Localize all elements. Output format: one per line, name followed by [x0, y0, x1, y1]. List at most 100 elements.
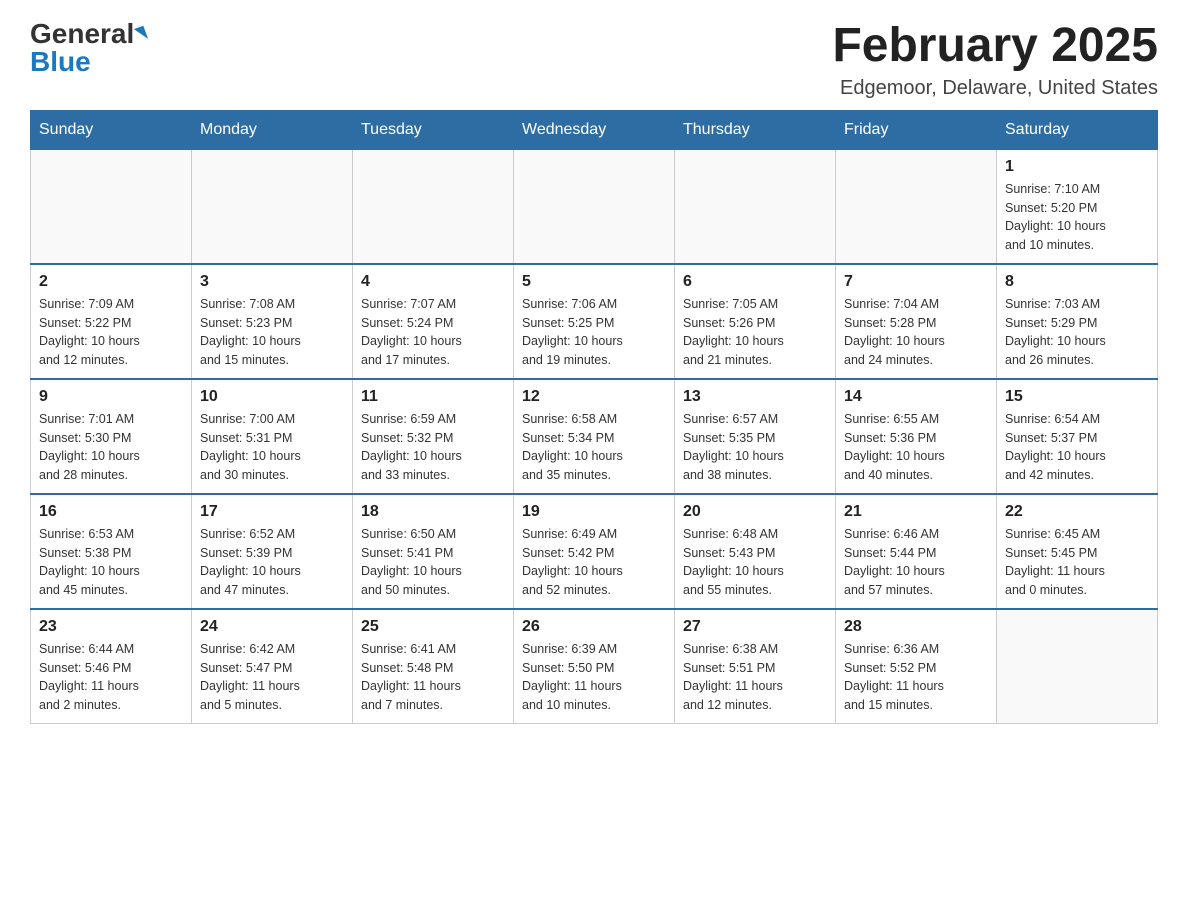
calendar-week-row: 2 Sunrise: 7:09 AMSunset: 5:22 PMDaylight…	[31, 264, 1158, 379]
day-info: Sunrise: 7:10 AMSunset: 5:20 PMDaylight:…	[1005, 180, 1149, 255]
day-info: Sunrise: 6:53 AMSunset: 5:38 PMDaylight:…	[39, 525, 183, 600]
calendar-day-cell: 17 Sunrise: 6:52 AMSunset: 5:39 PMDayligh…	[192, 494, 353, 609]
day-number: 18	[361, 503, 505, 521]
day-number: 16	[39, 503, 183, 521]
calendar-day-cell: 9 Sunrise: 7:01 AMSunset: 5:30 PMDaylight…	[31, 379, 192, 494]
day-number: 9	[39, 388, 183, 406]
day-number: 13	[683, 388, 827, 406]
day-of-week-header: Saturday	[997, 110, 1158, 149]
calendar-day-cell: 26 Sunrise: 6:39 AMSunset: 5:50 PMDayligh…	[514, 609, 675, 724]
calendar-day-cell: 3 Sunrise: 7:08 AMSunset: 5:23 PMDaylight…	[192, 264, 353, 379]
calendar-day-cell: 20 Sunrise: 6:48 AMSunset: 5:43 PMDayligh…	[675, 494, 836, 609]
day-of-week-header: Friday	[836, 110, 997, 149]
calendar-day-cell: 23Sunrise: 6:44 AMSunset: 5:46 PMDayligh…	[31, 609, 192, 724]
day-info: Sunrise: 6:46 AMSunset: 5:44 PMDaylight:…	[844, 525, 988, 600]
day-info: Sunrise: 6:59 AMSunset: 5:32 PMDaylight:…	[361, 410, 505, 485]
calendar-day-cell: 19Sunrise: 6:49 AMSunset: 5:42 PMDayligh…	[514, 494, 675, 609]
calendar-day-cell: 5 Sunrise: 7:06 AMSunset: 5:25 PMDaylight…	[514, 264, 675, 379]
day-number: 10	[200, 388, 344, 406]
calendar-week-row: 23Sunrise: 6:44 AMSunset: 5:46 PMDayligh…	[31, 609, 1158, 724]
day-number: 26	[522, 618, 666, 636]
calendar-table: SundayMondayTuesdayWednesdayThursdayFrid…	[30, 110, 1158, 724]
calendar-day-cell	[192, 149, 353, 264]
location-text: Edgemoor, Delaware, United States	[832, 77, 1158, 100]
day-number: 5	[522, 273, 666, 291]
calendar-day-cell	[514, 149, 675, 264]
calendar-day-cell: 15 Sunrise: 6:54 AMSunset: 5:37 PMDayligh…	[997, 379, 1158, 494]
day-info: Sunrise: 6:42 AMSunset: 5:47 PMDaylight:…	[200, 640, 344, 715]
day-number: 4	[361, 273, 505, 291]
day-of-week-header: Monday	[192, 110, 353, 149]
calendar-day-cell: 16 Sunrise: 6:53 AMSunset: 5:38 PMDayligh…	[31, 494, 192, 609]
day-info: Sunrise: 6:41 AMSunset: 5:48 PMDaylight:…	[361, 640, 505, 715]
calendar-day-cell: 7Sunrise: 7:04 AMSunset: 5:28 PMDaylight…	[836, 264, 997, 379]
day-info: Sunrise: 6:50 AMSunset: 5:41 PMDaylight:…	[361, 525, 505, 600]
day-number: 12	[522, 388, 666, 406]
logo-general-text: General	[30, 20, 134, 48]
title-section: February 2025 Edgemoor, Delaware, United…	[832, 20, 1158, 100]
calendar-day-cell	[997, 609, 1158, 724]
day-info: Sunrise: 7:08 AMSunset: 5:23 PMDaylight:…	[200, 295, 344, 370]
day-number: 27	[683, 618, 827, 636]
day-info: Sunrise: 6:55 AMSunset: 5:36 PMDaylight:…	[844, 410, 988, 485]
calendar-day-cell: 14 Sunrise: 6:55 AMSunset: 5:36 PMDayligh…	[836, 379, 997, 494]
day-number: 19	[522, 503, 666, 521]
calendar-day-cell: 11 Sunrise: 6:59 AMSunset: 5:32 PMDayligh…	[353, 379, 514, 494]
day-of-week-header: Wednesday	[514, 110, 675, 149]
day-info: Sunrise: 6:48 AMSunset: 5:43 PMDaylight:…	[683, 525, 827, 600]
calendar-day-cell: 13Sunrise: 6:57 AMSunset: 5:35 PMDayligh…	[675, 379, 836, 494]
calendar-week-row: 16 Sunrise: 6:53 AMSunset: 5:38 PMDayligh…	[31, 494, 1158, 609]
day-info: Sunrise: 6:44 AMSunset: 5:46 PMDaylight:…	[39, 640, 183, 715]
day-info: Sunrise: 7:07 AMSunset: 5:24 PMDaylight:…	[361, 295, 505, 370]
day-info: Sunrise: 6:36 AMSunset: 5:52 PMDaylight:…	[844, 640, 988, 715]
calendar-day-cell: 27 Sunrise: 6:38 AMSunset: 5:51 PMDayligh…	[675, 609, 836, 724]
day-number: 6	[683, 273, 827, 291]
day-number: 28	[844, 618, 988, 636]
calendar-week-row: 9 Sunrise: 7:01 AMSunset: 5:30 PMDaylight…	[31, 379, 1158, 494]
logo: General Blue	[30, 20, 146, 76]
calendar-day-cell: 6 Sunrise: 7:05 AMSunset: 5:26 PMDaylight…	[675, 264, 836, 379]
calendar-day-cell: 21 Sunrise: 6:46 AMSunset: 5:44 PMDayligh…	[836, 494, 997, 609]
calendar-day-cell: 1 Sunrise: 7:10 AMSunset: 5:20 PMDaylight…	[997, 149, 1158, 264]
calendar-header-row: SundayMondayTuesdayWednesdayThursdayFrid…	[31, 110, 1158, 149]
calendar-day-cell	[675, 149, 836, 264]
day-of-week-header: Thursday	[675, 110, 836, 149]
logo-triangle-icon	[134, 26, 148, 43]
day-number: 2	[39, 273, 183, 291]
calendar-day-cell: 22 Sunrise: 6:45 AMSunset: 5:45 PMDayligh…	[997, 494, 1158, 609]
day-of-week-header: Sunday	[31, 110, 192, 149]
day-info: Sunrise: 6:38 AMSunset: 5:51 PMDaylight:…	[683, 640, 827, 715]
day-number: 11	[361, 388, 505, 406]
calendar-day-cell	[31, 149, 192, 264]
day-info: Sunrise: 7:03 AMSunset: 5:29 PMDaylight:…	[1005, 295, 1149, 370]
day-info: Sunrise: 7:01 AMSunset: 5:30 PMDaylight:…	[39, 410, 183, 485]
calendar-day-cell: 8Sunrise: 7:03 AMSunset: 5:29 PMDaylight…	[997, 264, 1158, 379]
calendar-day-cell: 2 Sunrise: 7:09 AMSunset: 5:22 PMDaylight…	[31, 264, 192, 379]
day-number: 24	[200, 618, 344, 636]
day-number: 3	[200, 273, 344, 291]
day-info: Sunrise: 6:39 AMSunset: 5:50 PMDaylight:…	[522, 640, 666, 715]
page-header: General Blue February 2025 Edgemoor, Del…	[30, 20, 1158, 100]
calendar-day-cell: 25Sunrise: 6:41 AMSunset: 5:48 PMDayligh…	[353, 609, 514, 724]
logo-blue-text: Blue	[30, 48, 91, 76]
calendar-week-row: 1 Sunrise: 7:10 AMSunset: 5:20 PMDaylight…	[31, 149, 1158, 264]
day-number: 21	[844, 503, 988, 521]
day-info: Sunrise: 7:05 AMSunset: 5:26 PMDaylight:…	[683, 295, 827, 370]
calendar-day-cell: 18 Sunrise: 6:50 AMSunset: 5:41 PMDayligh…	[353, 494, 514, 609]
day-number: 15	[1005, 388, 1149, 406]
day-info: Sunrise: 6:54 AMSunset: 5:37 PMDaylight:…	[1005, 410, 1149, 485]
month-title: February 2025	[832, 20, 1158, 73]
day-number: 1	[1005, 158, 1149, 176]
day-info: Sunrise: 6:45 AMSunset: 5:45 PMDaylight:…	[1005, 525, 1149, 600]
day-info: Sunrise: 7:06 AMSunset: 5:25 PMDaylight:…	[522, 295, 666, 370]
day-info: Sunrise: 7:09 AMSunset: 5:22 PMDaylight:…	[39, 295, 183, 370]
day-number: 20	[683, 503, 827, 521]
day-info: Sunrise: 6:52 AMSunset: 5:39 PMDaylight:…	[200, 525, 344, 600]
day-info: Sunrise: 6:58 AMSunset: 5:34 PMDaylight:…	[522, 410, 666, 485]
calendar-day-cell: 4 Sunrise: 7:07 AMSunset: 5:24 PMDaylight…	[353, 264, 514, 379]
day-number: 22	[1005, 503, 1149, 521]
day-number: 7	[844, 273, 988, 291]
day-number: 17	[200, 503, 344, 521]
calendar-day-cell: 24 Sunrise: 6:42 AMSunset: 5:47 PMDayligh…	[192, 609, 353, 724]
day-number: 14	[844, 388, 988, 406]
